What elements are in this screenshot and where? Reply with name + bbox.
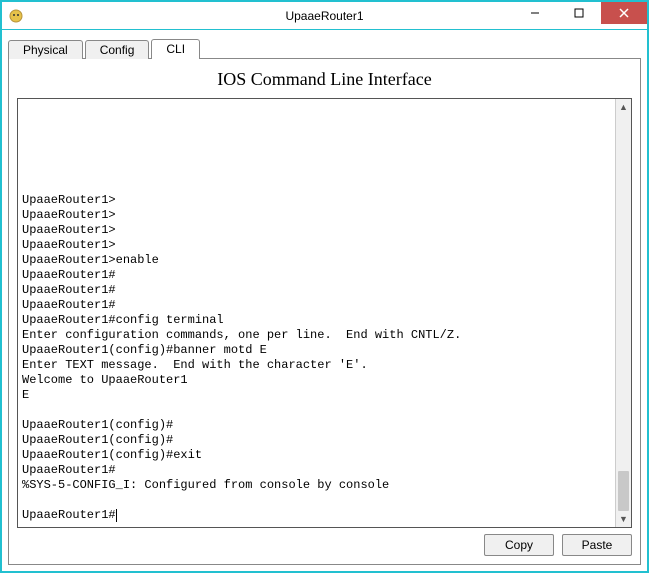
panel-title: IOS Command Line Interface: [17, 69, 632, 90]
scroll-track[interactable]: [616, 115, 631, 511]
terminal-container: UpaaeRouter1> UpaaeRouter1> UpaaeRouter1…: [17, 98, 632, 528]
tab-cli[interactable]: CLI: [151, 39, 200, 59]
window-title: UpaaeRouter1: [285, 9, 363, 23]
scroll-thumb[interactable]: [618, 471, 629, 511]
tab-physical[interactable]: Physical: [8, 40, 83, 59]
cli-panel: IOS Command Line Interface UpaaeRouter1>…: [8, 58, 641, 565]
close-button[interactable]: [601, 2, 647, 24]
tab-config[interactable]: Config: [85, 40, 150, 59]
tab-bar: Physical Config CLI: [8, 34, 641, 58]
scroll-down-button[interactable]: ▼: [616, 511, 631, 527]
scroll-up-button[interactable]: ▲: [616, 99, 631, 115]
window-controls: [513, 2, 647, 29]
content-area: Physical Config CLI IOS Command Line Int…: [2, 30, 647, 571]
terminal[interactable]: UpaaeRouter1> UpaaeRouter1> UpaaeRouter1…: [18, 99, 615, 527]
terminal-cursor: [116, 509, 117, 522]
titlebar: UpaaeRouter1: [2, 2, 647, 30]
terminal-prompt: UpaaeRouter1#: [22, 508, 116, 522]
paste-button[interactable]: Paste: [562, 534, 632, 556]
maximize-button[interactable]: [557, 2, 601, 24]
app-icon: [8, 8, 24, 24]
window: UpaaeRouter1 Physical Config CLI IOS Com…: [0, 0, 649, 573]
scrollbar[interactable]: ▲ ▼: [615, 99, 631, 527]
button-row: Copy Paste: [17, 534, 632, 556]
copy-button[interactable]: Copy: [484, 534, 554, 556]
minimize-button[interactable]: [513, 2, 557, 24]
